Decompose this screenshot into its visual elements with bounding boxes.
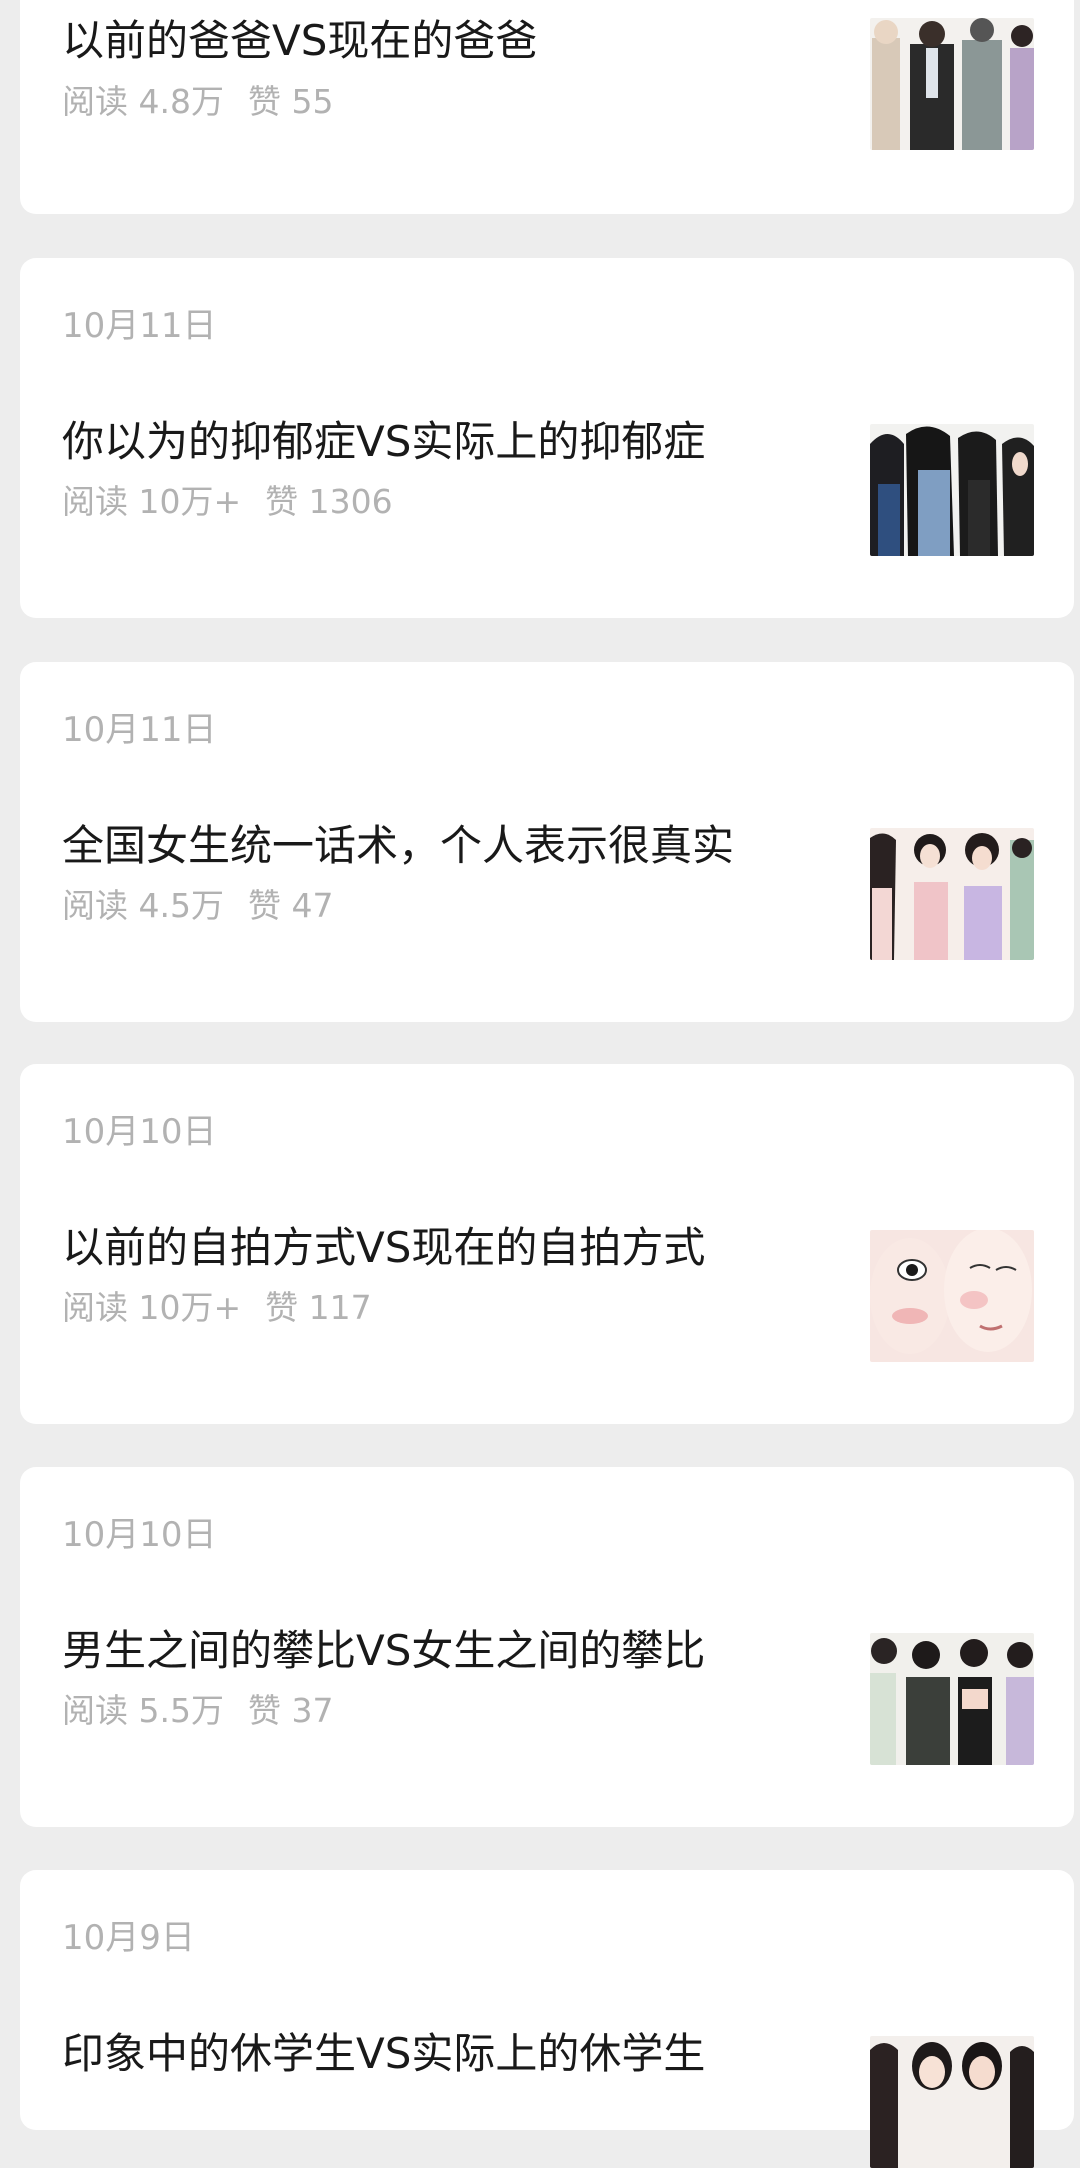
article-date: 10月9日 [62,1918,195,1958]
read-count: 阅读 10万+ [62,482,242,521]
article-date: 10月10日 [62,1112,217,1152]
like-count: 赞 55 [247,82,334,121]
like-count: 赞 47 [247,886,334,925]
article-meta: 阅读 5.5万赞 37 [62,1691,333,1731]
article-title: 印象中的休学生VS实际上的休学生 [62,2029,706,2078]
illustration-women-dark-hair-thumbnail [870,424,1034,556]
article-card[interactable]: 以前的爸爸VS现在的爸爸 阅读 4.8万赞 55 [20,0,1074,214]
read-count: 阅读 4.5万 [62,886,224,925]
article-title: 男生之间的攀比VS女生之间的攀比 [62,1626,706,1675]
article-title: 你以为的抑郁症VS实际上的抑郁症 [62,417,706,466]
article-meta: 阅读 4.5万赞 47 [62,886,333,926]
illustration-men-women-thumbnail [870,1633,1034,1765]
illustration-students-thumbnail [870,2036,1034,2168]
read-count: 阅读 10万+ [62,1288,242,1327]
article-date: 10月10日 [62,1515,217,1555]
read-count: 阅读 5.5万 [62,1691,224,1730]
like-count: 赞 117 [265,1288,372,1327]
like-count: 赞 37 [247,1691,334,1730]
article-card[interactable]: 10月10日 以前的自拍方式VS现在的自拍方式 阅读 10万+ 赞 117 [20,1064,1074,1424]
illustration-women-group-thumbnail [870,828,1034,960]
article-title: 以前的爸爸VS现在的爸爸 [62,16,538,65]
article-title: 以前的自拍方式VS现在的自拍方式 [62,1223,706,1272]
article-title: 全国女生统一话术，个人表示很真实 [62,821,735,870]
illustration-selfie-faces-thumbnail [870,1230,1034,1362]
article-card[interactable]: 10月11日 全国女生统一话术，个人表示很真实 阅读 4.5万赞 47 [20,662,1074,1022]
article-date: 10月11日 [62,306,217,346]
article-meta: 阅读 4.8万赞 55 [62,82,333,122]
article-card[interactable]: 10月11日 你以为的抑郁症VS实际上的抑郁症 阅读 10万+ 赞 1306 [20,258,1074,618]
article-card[interactable]: 10月10日 男生之间的攀比VS女生之间的攀比 阅读 5.5万赞 37 [20,1467,1074,1827]
article-card[interactable]: 10月9日 印象中的休学生VS实际上的休学生 [20,1870,1074,2168]
like-count: 赞 1306 [265,482,393,521]
article-meta: 阅读 10万+ 赞 117 [62,1288,372,1328]
article-meta: 阅读 10万+ 赞 1306 [62,482,393,522]
illustration-fathers-thumbnail [870,18,1034,150]
read-count: 阅读 4.8万 [62,82,224,121]
article-date: 10月11日 [62,710,217,750]
